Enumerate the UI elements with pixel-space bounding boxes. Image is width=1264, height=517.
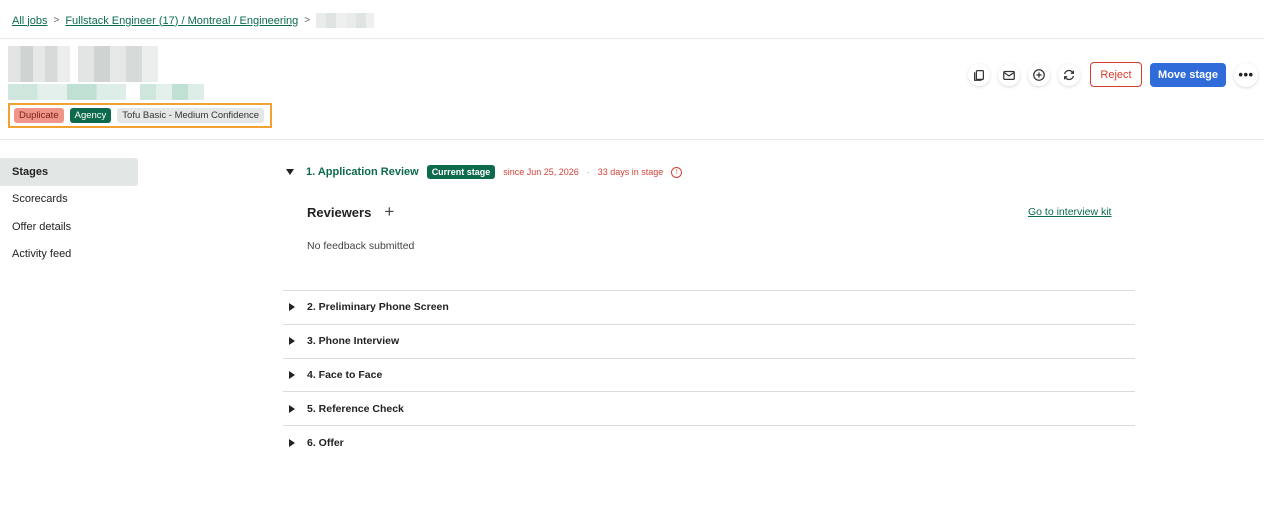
stage-list: 2. Preliminary Phone Screen 3. Phone Int…: [283, 290, 1135, 459]
candidate-actions: Reject Move stage •••: [968, 62, 1258, 87]
stage-label: 5. Reference Check: [307, 402, 404, 415]
reviewers-section: Reviewers +: [307, 202, 399, 222]
caret-right-icon[interactable]: [289, 370, 295, 379]
sidebar-item-scorecards[interactable]: Scorecards: [0, 186, 138, 214]
breadcrumb-job-link[interactable]: Fullstack Engineer (17) / Montreal / Eng…: [65, 15, 298, 27]
sidebar: Stages Scorecards Offer details Activity…: [0, 158, 138, 268]
stage-label: 2. Preliminary Phone Screen: [307, 301, 449, 314]
sidebar-item-activity-feed[interactable]: Activity feed: [0, 241, 138, 269]
reviewers-title: Reviewers: [307, 204, 372, 220]
stage-row-phone-interview[interactable]: 3. Phone Interview: [283, 323, 1135, 358]
refresh-icon[interactable]: [1058, 63, 1080, 86]
info-icon[interactable]: !: [671, 166, 683, 178]
header-divider: [0, 139, 1264, 140]
copy-icon[interactable]: [968, 63, 990, 86]
stage-label: 6. Offer: [307, 436, 344, 449]
stage-row-offer[interactable]: 6. Offer: [283, 425, 1135, 459]
sidebar-item-stages[interactable]: Stages: [0, 158, 138, 186]
breadcrumb-candidate-redacted: [316, 13, 375, 28]
caret-right-icon[interactable]: [289, 303, 295, 312]
chevron-right-icon: >: [53, 15, 60, 26]
move-stage-button[interactable]: Move stage: [1150, 62, 1226, 87]
candidate-tags: Duplicate Agency Tofu Basic - Medium Con…: [8, 103, 272, 128]
current-stage-badge: Current stage: [426, 165, 496, 179]
interview-kit-link[interactable]: Go to interview kit: [1028, 206, 1111, 218]
caret-right-icon[interactable]: [289, 438, 295, 447]
add-reviewer-icon[interactable]: +: [379, 202, 399, 222]
stage-label: 4. Face to Face: [307, 368, 383, 381]
sidebar-item-offer-details[interactable]: Offer details: [0, 213, 138, 241]
breadcrumb: All jobs > Fullstack Engineer (17) / Mon…: [12, 13, 375, 28]
tag-tofu-basic[interactable]: Tofu Basic - Medium Confidence: [117, 108, 265, 123]
mail-icon[interactable]: [998, 63, 1020, 86]
current-stage-header[interactable]: 1. Application Review Current stage sinc…: [286, 165, 683, 179]
candidate-name-redacted: [8, 46, 158, 82]
reject-button[interactable]: Reject: [1090, 62, 1142, 87]
tag-duplicate[interactable]: Duplicate: [14, 108, 64, 123]
caret-down-icon[interactable]: [286, 169, 294, 175]
separator-dot: ·: [586, 167, 590, 177]
stage-since-date: since Jun 25, 2026: [503, 167, 579, 177]
stage-row-preliminary-phone-screen[interactable]: 2. Preliminary Phone Screen: [283, 290, 1135, 324]
add-circle-icon[interactable]: [1028, 63, 1050, 86]
top-divider: [0, 38, 1264, 39]
stage-row-face-to-face[interactable]: 4. Face to Face: [283, 357, 1135, 392]
tag-agency[interactable]: Agency: [69, 108, 112, 123]
current-stage-title: 1. Application Review: [306, 166, 419, 178]
caret-right-icon[interactable]: [289, 404, 295, 413]
caret-right-icon[interactable]: [289, 337, 295, 346]
breadcrumb-all-jobs-link[interactable]: All jobs: [12, 15, 47, 27]
stage-label: 3. Phone Interview: [307, 335, 400, 348]
candidate-details-redacted: [8, 84, 204, 100]
chevron-right-icon: >: [304, 15, 311, 26]
days-in-stage: 33 days in stage: [597, 167, 664, 177]
stage-row-reference-check[interactable]: 5. Reference Check: [283, 391, 1135, 425]
no-feedback-text: No feedback submitted: [307, 240, 415, 252]
more-options-icon[interactable]: •••: [1234, 63, 1258, 87]
